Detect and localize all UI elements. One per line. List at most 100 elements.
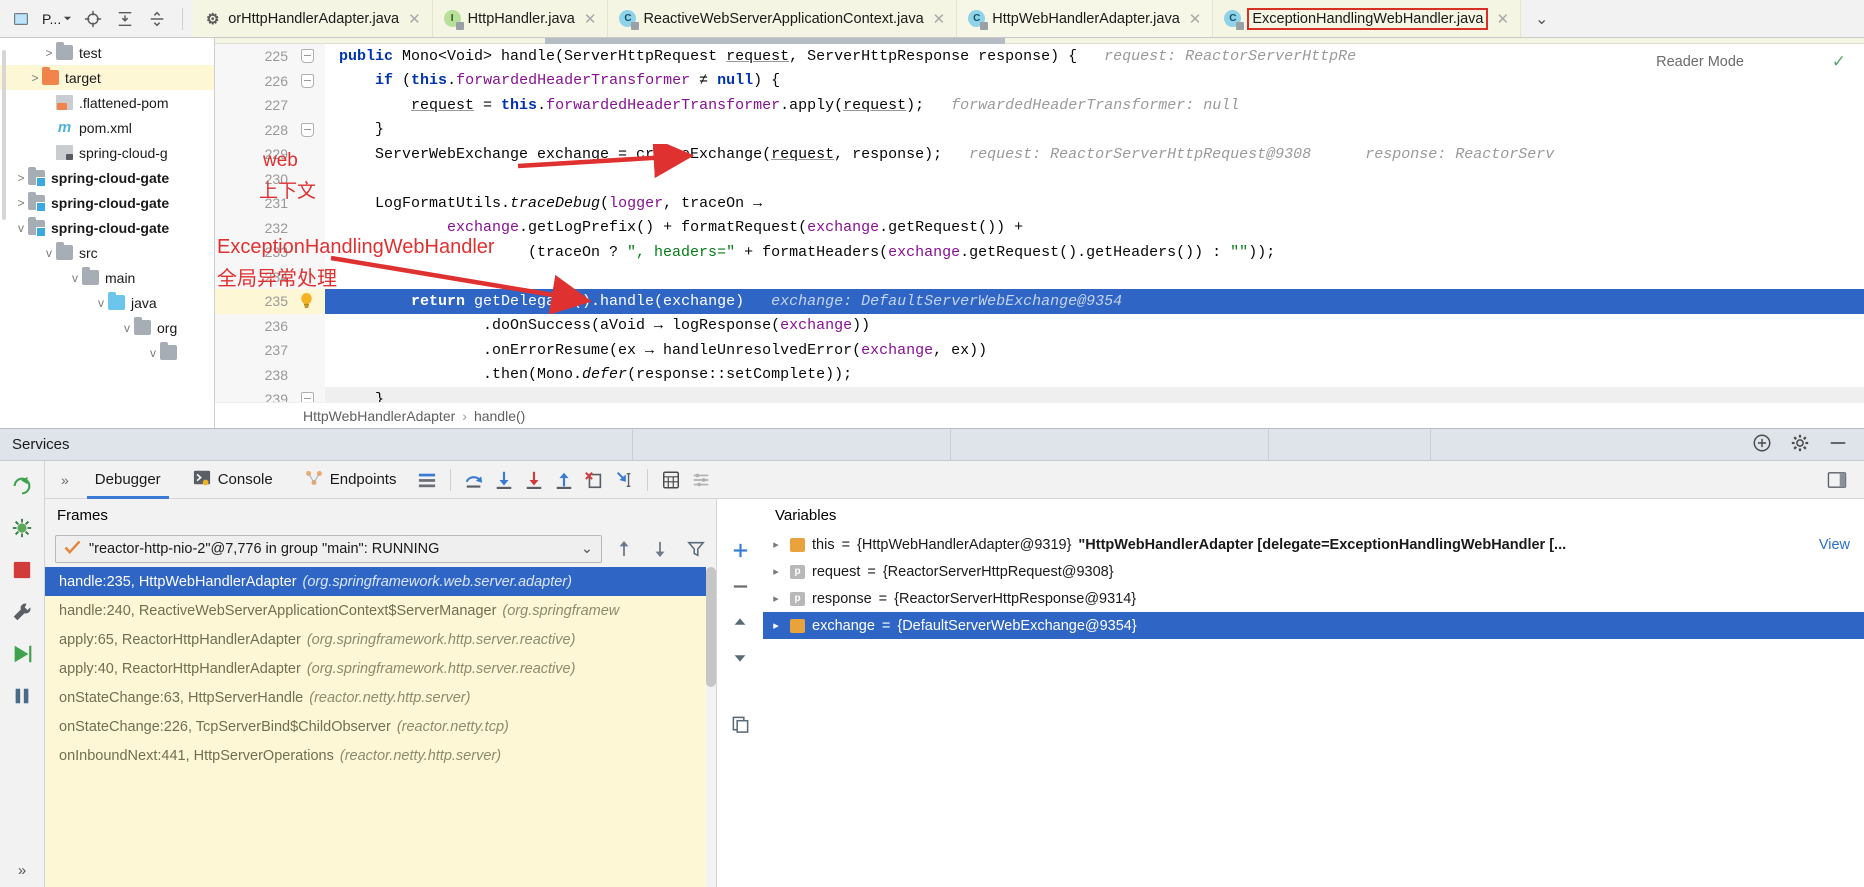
chevron-right-icon[interactable]: ▸ <box>769 592 783 605</box>
tree-row-module-2[interactable]: > spring-cloud-gate <box>0 190 214 215</box>
scroll-thumb[interactable] <box>706 567 716 687</box>
code-line-227[interactable]: 227 request = this. forwardedHeaderTransf… <box>215 93 1864 118</box>
close-icon[interactable]: ✕ <box>1187 10 1204 28</box>
code-line-230[interactable]: 230 <box>215 166 1864 191</box>
chevron-right-icon[interactable]: ▸ <box>769 619 783 632</box>
run-to-cursor-icon[interactable] <box>609 465 639 495</box>
code-line-228[interactable]: 228 } <box>215 117 1864 142</box>
tree-row-target[interactable]: > target <box>0 65 214 90</box>
inspection-ok-icon[interactable]: ✓ <box>1832 52 1846 72</box>
chevron-down-icon[interactable]: v <box>94 296 108 310</box>
frame-row[interactable]: apply:65, ReactorHttpHandlerAdapter (org… <box>45 625 716 654</box>
tree-row-src[interactable]: v src <box>0 240 214 265</box>
code-line-235-current[interactable]: 235 return getDelegate().handle(exchange… <box>215 289 1864 314</box>
evaluate-expression-icon[interactable] <box>656 465 686 495</box>
tree-row-java[interactable]: v java <box>0 290 214 315</box>
code-editor[interactable]: 225 public Mono<Void> handle(ServerHttpR… <box>215 38 1864 428</box>
editor-tab-2[interactable]: C ReactiveWebServerApplicationContext.ja… <box>608 0 958 37</box>
frame-row[interactable]: apply:40, ReactorHttpHandlerAdapter (org… <box>45 654 716 683</box>
frame-down-icon[interactable] <box>646 535 674 563</box>
view-link[interactable]: View <box>1819 537 1864 553</box>
chevron-down-icon[interactable]: v <box>68 271 82 285</box>
code-line-226[interactable]: 226 if (this. forwardedHeaderTransformer … <box>215 68 1864 93</box>
tree-scrollbar[interactable] <box>2 50 6 220</box>
rerun-icon[interactable] <box>9 473 35 499</box>
frame-row[interactable]: handle:240, ReactiveWebServerApplication… <box>45 596 716 625</box>
chevron-down-icon[interactable]: v <box>42 246 56 260</box>
fold-gutter[interactable] <box>293 68 325 93</box>
chevron-down-icon[interactable]: v <box>146 346 160 360</box>
code-line-237[interactable]: 237 .onErrorResume(ex → handleUnresolved… <box>215 338 1864 363</box>
add-watch-icon[interactable] <box>726 537 754 563</box>
code-line-239[interactable]: 239 } <box>215 387 1864 402</box>
variable-row[interactable]: ▸ exchange = {DefaultServerWebExchange@9… <box>763 612 1864 639</box>
code-line-238[interactable]: 238 .then(Mono. defer (response::setComple… <box>215 362 1864 387</box>
frames-scrollbar[interactable] <box>706 567 716 887</box>
close-icon[interactable]: ✕ <box>582 10 599 28</box>
add-service-icon[interactable] <box>1752 433 1772 457</box>
code-line-231[interactable]: 231 LogFormatUtils. traceDebug(logger, tr… <box>215 191 1864 216</box>
variable-row[interactable]: ▸ this = {HttpWebHandlerAdapter@9319} "H… <box>763 531 1864 558</box>
reader-mode-label[interactable]: Reader Mode <box>1656 54 1744 70</box>
frame-row[interactable]: onInboundNext:441, HttpServerOperations … <box>45 741 716 770</box>
project-tree[interactable]: > test > target . .flattened-pom . m pom… <box>0 38 215 428</box>
locate-icon[interactable] <box>82 8 104 30</box>
fold-region-icon[interactable] <box>301 73 314 88</box>
project-selector[interactable]: P... <box>42 11 72 27</box>
variable-row[interactable]: ▸ p request = {ReactorServerHttpRequest@… <box>763 558 1864 585</box>
filter-icon[interactable] <box>682 535 710 563</box>
tab-debugger[interactable]: Debugger <box>79 461 177 499</box>
code-line-236[interactable]: 236 .doOnSuccess(aVoid → logResponse(exc… <box>215 313 1864 338</box>
bug-settings-icon[interactable] <box>9 515 35 541</box>
tree-row-flattened-pom[interactable]: . .flattened-pom <box>0 90 214 115</box>
editor-tab-4[interactable]: C ExceptionHandlingWebHandler.java ✕ <box>1213 0 1522 37</box>
drop-frame-icon[interactable] <box>579 465 609 495</box>
variable-row[interactable]: ▸ p response = {ReactorServerHttpRespons… <box>763 585 1864 612</box>
minimize-icon[interactable] <box>1828 433 1848 457</box>
tree-row-nested[interactable]: v <box>0 340 214 365</box>
editor-tab-3[interactable]: C HttpWebHandlerAdapter.java ✕ <box>957 0 1214 37</box>
close-icon[interactable]: ✕ <box>406 10 423 28</box>
tree-row-org[interactable]: v org <box>0 315 214 340</box>
code-line-225[interactable]: 225 public Mono<Void> handle(ServerHttpR… <box>215 44 1864 69</box>
expand-down-icon[interactable] <box>726 645 754 671</box>
chevron-down-icon[interactable]: v <box>120 321 134 335</box>
chevron-right-icon[interactable]: ▸ <box>769 538 783 551</box>
editor-tab-1[interactable]: I HttpHandler.java ✕ <box>432 0 609 37</box>
tree-row-main[interactable]: v main <box>0 265 214 290</box>
tree-row-test[interactable]: > test <box>0 40 214 65</box>
fold-gutter[interactable] <box>293 387 325 402</box>
intention-bulb-icon[interactable] <box>299 292 314 309</box>
breadcrumb-method[interactable]: handle() <box>474 408 525 424</box>
chevron-right-icon[interactable]: ▸ <box>769 565 783 578</box>
copy-icon[interactable] <box>726 711 754 737</box>
close-icon[interactable]: ✕ <box>1494 10 1511 28</box>
tab-console[interactable]: Console <box>177 461 289 499</box>
breadcrumb[interactable]: HttpWebHandlerAdapter › handle() <box>215 402 1864 428</box>
chevron-down-icon[interactable]: v <box>14 221 28 235</box>
fold-gutter[interactable] <box>293 44 325 69</box>
code-line-233[interactable]: 233 (traceOn ? ", headers=" + formatHead… <box>215 240 1864 265</box>
breadcrumb-class[interactable]: HttpWebHandlerAdapter <box>303 408 455 424</box>
settings-list-icon[interactable] <box>686 465 716 495</box>
fold-region-icon[interactable] <box>301 49 314 63</box>
chevron-right-icon[interactable]: > <box>14 196 28 210</box>
tree-row-module-3[interactable]: v spring-cloud-gate <box>0 215 214 240</box>
code-line-234[interactable]: 234 <box>215 264 1864 289</box>
chevron-right-icon[interactable]: > <box>28 71 42 85</box>
remove-watch-icon[interactable] <box>726 573 754 599</box>
overflow-tabs-icon[interactable]: » <box>51 472 79 488</box>
tab-endpoints[interactable]: Endpoints <box>289 461 413 499</box>
frame-row[interactable]: handle:235, HttpWebHandlerAdapter (org.s… <box>45 567 716 596</box>
variables-list[interactable]: ▸ this = {HttpWebHandlerAdapter@9319} "H… <box>763 531 1864 887</box>
editor-tab-0[interactable]: ⚙ orHttpHandlerAdapter.java ✕ <box>193 0 433 37</box>
pause-icon[interactable] <box>9 683 35 709</box>
fold-gutter[interactable] <box>293 289 325 314</box>
code-line-232[interactable]: 232 exchange .getLogPrefix() + formatRequ… <box>215 215 1864 240</box>
chevron-down-icon[interactable]: ⌄ <box>581 541 593 557</box>
close-icon[interactable]: ✕ <box>931 10 948 28</box>
fold-region-icon[interactable] <box>301 122 314 137</box>
settings-gear-icon[interactable] <box>1790 433 1810 457</box>
expand-all-icon[interactable] <box>146 8 168 30</box>
frames-list[interactable]: handle:235, HttpWebHandlerAdapter (org.s… <box>45 567 716 887</box>
